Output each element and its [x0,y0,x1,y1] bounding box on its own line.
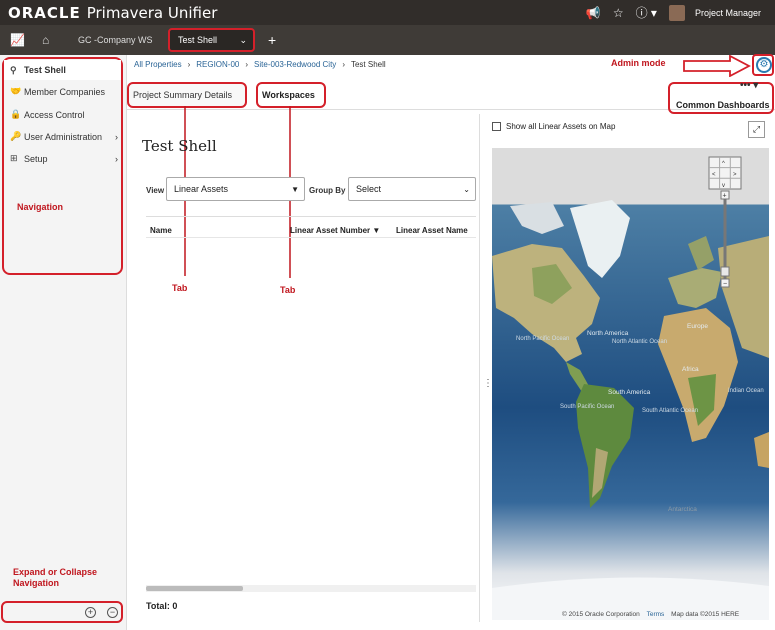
expand-collapse-controls: + − [1,601,123,623]
oracle-logo[interactable]: ORACLE Primavera Unifier [8,4,217,22]
chevron-down-icon[interactable]: ⌄ [239,35,247,46]
chevron-down-icon: ⌄ [463,184,470,194]
nav-item-label: Access Control [24,109,85,120]
group-by-select[interactable]: Select ⌄ [348,177,476,201]
svg-text:+: + [723,193,727,200]
add-tab-button[interactable]: + [268,32,276,48]
map-label-north-america: North America [587,330,629,337]
total-count: Total: 0 [146,601,178,611]
map-copyright: © 2015 Oracle Corporation [562,611,640,618]
home-icon[interactable]: ⌂ [42,33,64,47]
left-navigation: ⚲ Test Shell 🤝 Member Companies 🔒 Access… [0,55,127,630]
more-icon[interactable]: ••• ▾ [740,80,758,91]
nav-item-label: Test Shell [24,65,66,75]
user-name[interactable]: Project Manager [695,8,761,18]
map-label-north-atlantic: North Atlantic Ocean [612,339,667,345]
tab-project-summary-label: Project Summary Details [133,90,233,100]
lock-icon: 🔒 [10,109,22,119]
chevron-right-icon: › [115,153,118,164]
svg-text:<: < [712,172,716,178]
nav-item-user-administration[interactable]: 🔑 User Administration › [10,131,122,142]
megaphone-icon[interactable]: 📢 [586,6,601,20]
map-label-south-pacific: South Pacific Ocean [560,404,614,410]
svg-text:^: ^ [722,161,725,167]
map-pan-control[interactable]: ^ < > v [708,156,742,190]
svg-text:v: v [722,183,725,189]
map-label-europe: Europe [687,323,708,330]
tab-strip: 📈 ⌂ GC -Company WS Test Shell ⌄ + [0,25,775,55]
map-label-indian-ocean: Indian Ocean [728,388,764,394]
setup-icon: ⊞ [10,153,18,163]
avatar[interactable] [668,4,685,21]
hierarchy-icon: ⚲ [10,64,17,75]
view-label: View [146,186,165,195]
map-label-antarctica: Antarctica [668,506,697,513]
breadcrumb: All Properties › REGION-00 › Site-003-Re… [134,60,386,69]
caret-down-icon: ▼ [291,184,299,194]
logo-oracle: ORACLE [8,3,81,22]
common-dashboards-label[interactable]: Common Dashboards [676,100,770,110]
tab-test-shell-label: Test Shell [178,35,218,45]
page-title: Test Shell [142,137,217,155]
scrollbar-thumb[interactable] [146,586,243,591]
star-icon[interactable]: ☆ [613,6,624,20]
key-icon: 🔑 [10,131,22,141]
view-select-value: Linear Assets [174,184,229,194]
map-label-africa: Africa [682,366,699,373]
help-icon[interactable]: ⓘ ▾ [636,4,657,21]
sort-desc-icon: ▼ [372,226,381,235]
analytics-icon[interactable]: 📈 [10,33,32,47]
table-header: Name Linear Asset Number ▼ Linear Asset … [146,216,476,238]
map-terms-link[interactable]: Terms [647,611,665,618]
world-map-graphic: North America North Atlantic Ocean North… [492,156,769,620]
column-linear-asset-name[interactable]: Linear Asset Name [396,226,468,235]
navigation-annotation: Navigation [17,202,64,212]
breadcrumb-all-properties[interactable]: All Properties [134,60,182,69]
nav-item-test-shell[interactable]: ⚲ Test Shell [4,60,121,80]
fullscreen-icon[interactable]: ⤢ [748,121,765,138]
show-all-checkbox[interactable] [492,122,501,131]
nav-item-label: Setup [24,153,48,164]
show-all-linear-assets[interactable]: Show all Linear Assets on Map [492,122,615,131]
app-header: ORACLE Primavera Unifier 📢 ☆ ⓘ ▾ Project… [0,0,775,25]
group-by-label: Group By [309,186,346,195]
collapse-icon[interactable]: − [107,607,118,618]
map-attribution: © 2015 Oracle Corporation Terms Map data… [562,611,739,618]
handshake-icon: 🤝 [10,86,22,96]
nav-item-member-companies[interactable]: 🤝 Member Companies [10,86,122,97]
tab-test-shell[interactable]: Test Shell ⌄ [168,28,255,52]
map-label-north-pacific: North Pacific Ocean [516,336,569,342]
map-view[interactable]: North America North Atlantic Ocean North… [492,148,769,620]
breadcrumb-current: Test Shell [350,60,386,69]
map-data-credit: Map data ©2015 HERE [671,611,740,618]
map-zoom-slider[interactable]: + − [720,190,730,288]
nav-item-access-control[interactable]: 🔒 Access Control [10,109,122,120]
chevron-right-icon: › [115,131,118,142]
group-by-select-value: Select [356,184,382,194]
expand-icon[interactable]: + [85,607,96,618]
arrow-right-icon [683,55,751,77]
breadcrumb-site[interactable]: Site-003-Redwood City [254,60,336,69]
gear-icon[interactable]: ⚙ [756,57,772,73]
breadcrumb-region[interactable]: REGION-00 [196,60,239,69]
show-all-label: Show all Linear Assets on Map [506,122,616,131]
nav-item-label: Member Companies [24,86,106,97]
view-select[interactable]: Linear Assets ▼ [166,177,305,201]
nav-item-setup[interactable]: ⊞ Setup › [10,153,122,164]
svg-text:>: > [733,172,737,178]
map-label-south-america: South America [608,389,651,396]
nav-item-label: User Administration [24,131,103,142]
map-label-south-atlantic: South Atlantic Ocean [642,408,698,414]
column-name[interactable]: Name [150,226,172,235]
tab-company-ws[interactable]: GC -Company WS [78,35,153,45]
svg-text:−: − [723,281,727,288]
admin-mode-annotation: Admin mode [611,58,666,68]
tab-workspaces-label: Workspaces [262,90,315,100]
expand-collapse-annotation: Expand or Collapse Navigation [13,567,98,588]
logo-product: Primavera Unifier [86,3,218,22]
column-linear-asset-number[interactable]: Linear Asset Number ▼ [290,226,380,235]
